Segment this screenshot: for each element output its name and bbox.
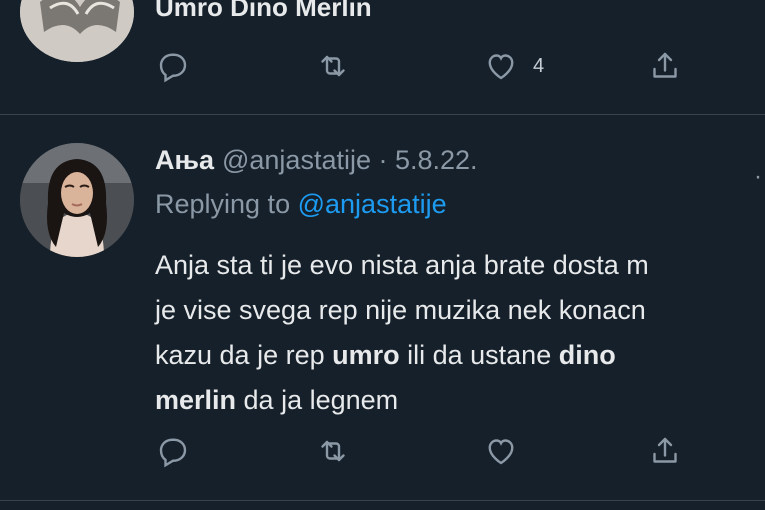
like-button[interactable] [483, 431, 519, 471]
retweet-button[interactable] [315, 46, 351, 86]
share-icon [653, 52, 677, 78]
heart-icon [488, 439, 514, 465]
reply-icon [159, 53, 187, 83]
previous-tweet-avatar[interactable] [20, 0, 134, 62]
tweet-divider [0, 500, 765, 501]
like-button[interactable]: 4 [483, 46, 544, 86]
display-name[interactable]: Ања [155, 145, 214, 175]
replying-mention[interactable]: @anjastatije [298, 189, 447, 219]
tweet-text: Anja sta ti je evo nista anja brate dost… [155, 243, 765, 423]
share-button[interactable] [647, 431, 683, 471]
share-button[interactable] [647, 46, 683, 86]
reply-button[interactable] [155, 431, 191, 471]
previous-tweet-text: Umro Dino Merlin [155, 0, 372, 22]
tweet-line: merlin da ja legnem [155, 385, 399, 415]
retweet-icon [321, 55, 345, 77]
replying-label: Replying to [155, 189, 291, 219]
reply-button[interactable] [155, 46, 191, 86]
previous-tweet[interactable]: Umro Dino Merlin 4 [0, 0, 765, 114]
replying-to: Replying to @anjastatije [155, 189, 447, 220]
retweet-icon [321, 440, 345, 462]
user-handle[interactable]: @anjastatije [222, 145, 371, 175]
previous-tweet-actions: 4 [155, 46, 715, 86]
tweet-line: kazu da je rep umro ili da ustane dino [155, 340, 616, 370]
tweet-line: je vise svega rep nije muzika nek konacn [155, 295, 646, 325]
reply-tweet[interactable]: Ања @anjastatije · 5.8.22. · Replying to … [0, 115, 765, 500]
tweet-date[interactable]: · 5.8.22. [379, 145, 478, 175]
tweet-header: Ања @anjastatije · 5.8.22. [155, 145, 478, 176]
tweet-line: Anja sta ti je evo nista anja brate dost… [155, 250, 649, 280]
like-count: 4 [533, 54, 545, 77]
user-avatar[interactable] [20, 143, 134, 257]
more-options-icon[interactable]: · [754, 163, 765, 190]
share-icon [653, 437, 677, 463]
reply-icon [159, 438, 187, 468]
heart-icon [488, 54, 514, 80]
reply-tweet-actions [155, 431, 715, 471]
retweet-button[interactable] [315, 431, 351, 471]
